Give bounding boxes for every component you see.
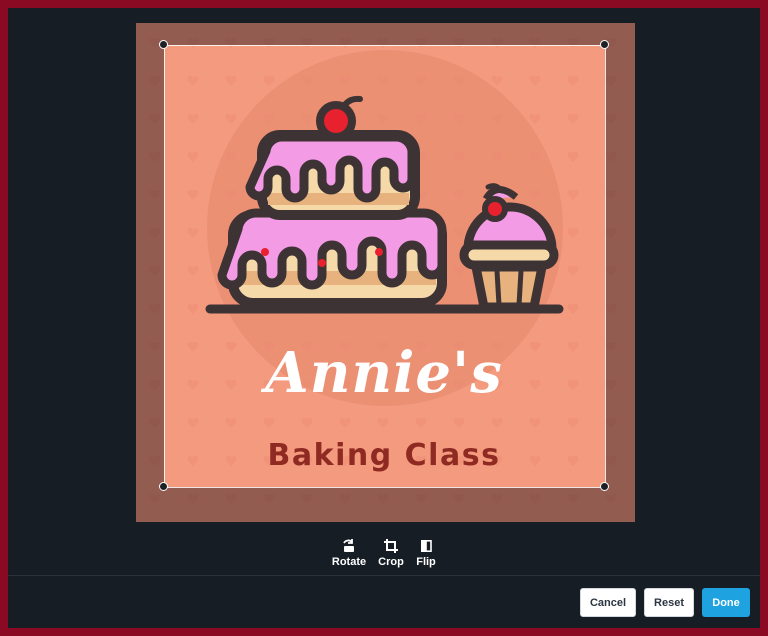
- canvas-area: Annie's Baking Class Rotate Crop Flip: [8, 8, 760, 576]
- crop-shade-bottom: [136, 487, 635, 522]
- crop-shade-top: [136, 23, 635, 45]
- flip-tool[interactable]: Flip: [404, 536, 448, 568]
- edited-image: Annie's Baking Class: [136, 23, 635, 522]
- crop-handle-top-left[interactable]: [159, 40, 168, 49]
- rotate-tool[interactable]: Rotate: [327, 536, 371, 568]
- image-editor-modal: Annie's Baking Class Rotate Crop Flip Ca…: [8, 8, 760, 628]
- rotate-label: Rotate: [331, 556, 367, 568]
- crop-handle-bottom-left[interactable]: [159, 482, 168, 491]
- edit-toolbar: Rotate Crop Flip: [8, 536, 760, 576]
- footer-divider: [8, 575, 760, 576]
- crop-box[interactable]: [164, 45, 606, 488]
- cancel-button[interactable]: Cancel: [580, 588, 636, 617]
- flip-label: Flip: [416, 556, 436, 568]
- crop-icon: [384, 539, 398, 553]
- crop-shade-right: [605, 45, 635, 487]
- done-button[interactable]: Done: [702, 588, 750, 617]
- crop-shade-left: [136, 45, 164, 487]
- flip-icon: [421, 539, 432, 552]
- crop-handle-bottom-right[interactable]: [600, 482, 609, 491]
- rotate-icon: [343, 539, 354, 552]
- reset-button[interactable]: Reset: [644, 588, 694, 617]
- crop-handle-top-right[interactable]: [600, 40, 609, 49]
